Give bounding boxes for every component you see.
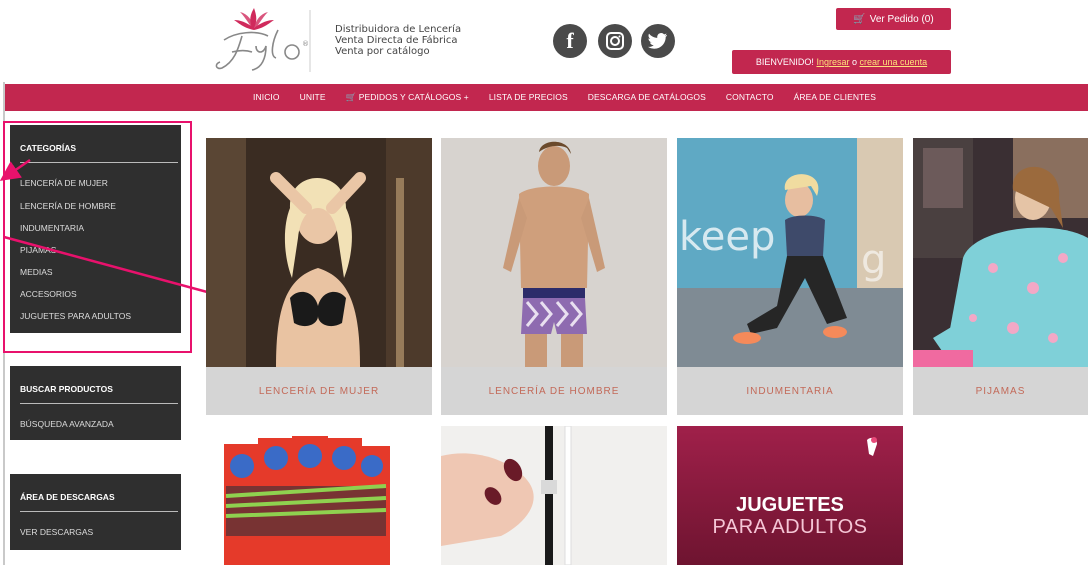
category-tile-accessories[interactable] [441, 426, 667, 565]
banner-title-line1: JUGUETES [736, 494, 844, 516]
category-tile-pajamas[interactable]: PIJAMAS [913, 138, 1088, 415]
svg-text:g: g [861, 237, 886, 283]
category-tile-socks[interactable] [206, 426, 432, 565]
accessories-photo [441, 426, 667, 565]
tile-caption: INDUMENTARIA [677, 367, 903, 415]
category-tile-men[interactable]: LENCERÍA DE HOMBRE [441, 138, 667, 415]
category-tile-adult-toys[interactable]: JUGUETES PARA ADULTOS [677, 426, 903, 565]
banner-title-line2: PARA ADULTOS [712, 516, 868, 538]
sportswear-woman-photo: keep g [677, 138, 903, 367]
category-tile-clothing[interactable]: keep g INDUMENTARIA [677, 138, 903, 415]
underwear-man-photo [441, 138, 667, 367]
tile-caption: PIJAMAS [913, 367, 1088, 415]
socks-photo [206, 426, 432, 565]
keep-background-text: keep [679, 214, 775, 260]
pajamas-woman-photo [913, 138, 1088, 367]
tile-caption: LENCERÍA DE MUJER [206, 367, 432, 415]
lingerie-woman-photo [206, 138, 432, 367]
tile-caption: LENCERÍA DE HOMBRE [441, 367, 667, 415]
category-tile-women[interactable]: LENCERÍA DE MUJER [206, 138, 432, 415]
